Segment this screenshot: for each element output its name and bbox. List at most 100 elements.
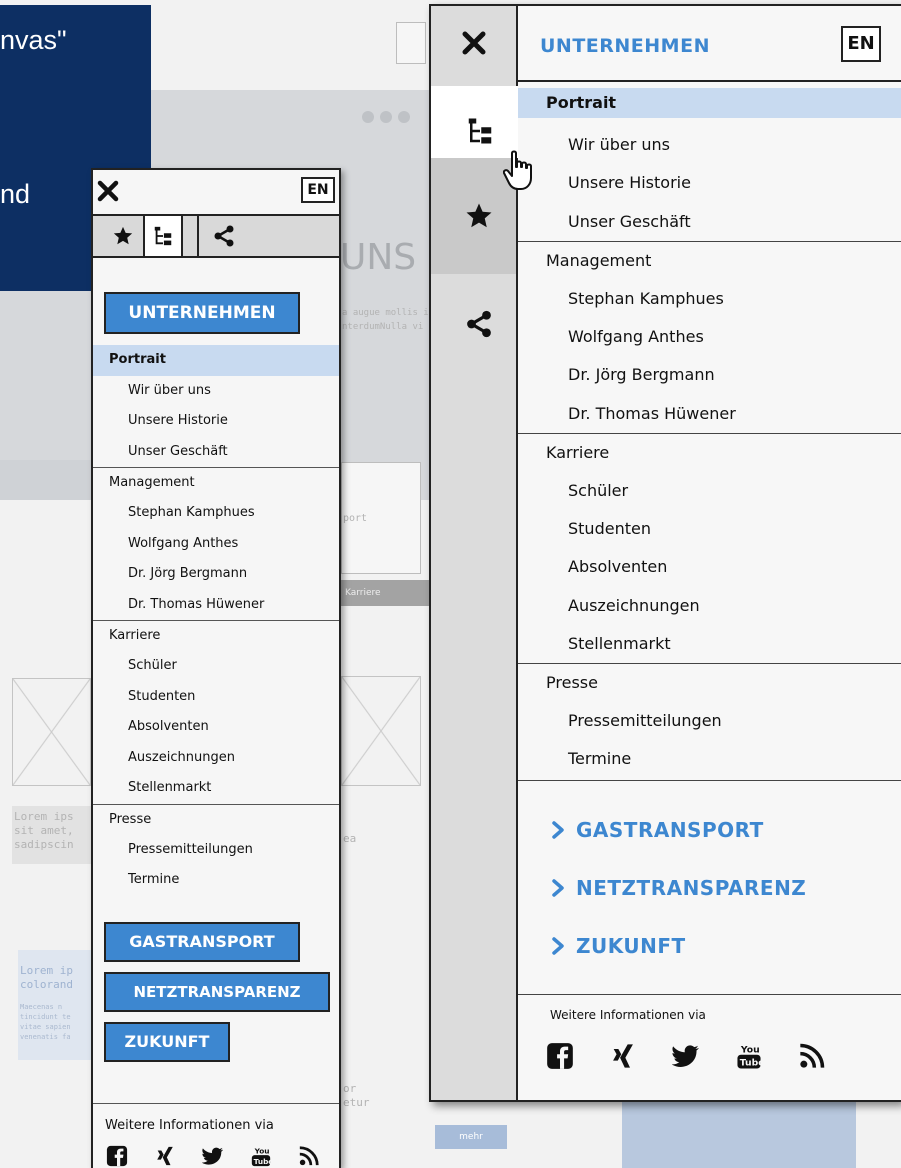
bg-lorem-1-right: ea bbox=[343, 832, 357, 845]
rss-icon[interactable] bbox=[798, 1042, 828, 1072]
bg-teaser-2: Lorem ip colorand Maecenas n tincidunt t… bbox=[18, 950, 98, 1060]
bg-portrait-fragment: port bbox=[343, 513, 368, 524]
chevron-right-icon bbox=[552, 879, 564, 897]
menu-item-studenten[interactable]: Studenten bbox=[93, 682, 339, 713]
menu-item-management[interactable]: Management bbox=[93, 467, 339, 498]
gastransport-link[interactable]: GASTRANSPORT bbox=[550, 818, 764, 842]
netztransparenz-button[interactable]: NETZTRANSPARENZ bbox=[104, 972, 330, 1012]
youtube-icon[interactable]: You Tube bbox=[735, 1042, 765, 1072]
bg-karriere-label: Karriere bbox=[345, 588, 381, 598]
twitter-icon[interactable] bbox=[202, 1145, 228, 1168]
menu-item-thomas-huewener[interactable]: Dr. Thomas Hüwener bbox=[93, 590, 339, 621]
bg-more-button: mehr bbox=[435, 1125, 507, 1149]
menu-item-auszeichnungen[interactable]: Auszeichnungen bbox=[518, 587, 901, 625]
bg-karriere-tab: Karriere bbox=[341, 580, 429, 606]
menu-sidebar bbox=[431, 6, 532, 1100]
svg-text:You: You bbox=[740, 1044, 760, 1055]
chevron-right-icon bbox=[552, 821, 564, 839]
star-icon[interactable] bbox=[464, 201, 494, 231]
menu-item-portrait[interactable]: Portrait bbox=[93, 345, 339, 376]
menu-item-pressemitteilungen[interactable]: Pressemitteilungen bbox=[93, 835, 339, 866]
menu-item-wir-ueber-uns[interactable]: Wir über uns bbox=[93, 376, 339, 407]
menu-item-termine[interactable]: Termine bbox=[93, 865, 339, 896]
menu-item-karriere[interactable]: Karriere bbox=[93, 620, 339, 651]
menu-item-unsere-historie[interactable]: Unsere Historie bbox=[93, 406, 339, 437]
bg-blue-image bbox=[622, 1100, 856, 1168]
tab-favorites[interactable] bbox=[103, 216, 143, 256]
youtube-icon[interactable]: You Tube bbox=[250, 1145, 276, 1168]
menu-title[interactable]: UNTERNEHMEN bbox=[540, 35, 710, 57]
menu-item-joerg-bergmann[interactable]: Dr. Jörg Bergmann bbox=[93, 559, 339, 590]
menu-item-presse[interactable]: Presse bbox=[93, 803, 339, 835]
menu-item-absolventen[interactable]: Absolventen bbox=[518, 548, 901, 586]
bg-heading-fragment: UNS bbox=[340, 237, 417, 278]
unternehmen-button[interactable]: UNTERNEHMEN bbox=[104, 292, 300, 334]
tab-sitemap[interactable] bbox=[143, 216, 183, 256]
zukunft-button[interactable]: ZUKUNFT bbox=[104, 1022, 230, 1062]
svg-text:You: You bbox=[254, 1146, 270, 1155]
bg-carousel-dots bbox=[362, 108, 416, 127]
menu-item-unser-geschaeft[interactable]: Unser Geschäft bbox=[93, 437, 339, 468]
more-info-label: Weitere Informationen via bbox=[105, 1118, 274, 1133]
bg-lorem-2e: vitae sapien bbox=[20, 1023, 71, 1031]
bg-teaser-1: Lorem ips sit amet, sadipscin bbox=[12, 806, 91, 864]
gastransport-button[interactable]: GASTRANSPORT bbox=[104, 922, 300, 962]
bg-search-box bbox=[396, 22, 426, 64]
menu-item-thomas-huewener[interactable]: Dr. Thomas Hüwener bbox=[518, 395, 901, 433]
menu-item-stephan-kamphues[interactable]: Stephan Kamphues bbox=[518, 280, 901, 318]
menu-item-presse[interactable]: Presse bbox=[518, 663, 901, 701]
menu-item-unsere-historie[interactable]: Unsere Historie bbox=[518, 164, 901, 202]
bg-lorem-2c: Maecenas n bbox=[20, 1003, 63, 1011]
menu-item-termine[interactable]: Termine bbox=[518, 740, 901, 778]
tab-share[interactable] bbox=[197, 216, 243, 256]
close-icon[interactable] bbox=[459, 28, 489, 58]
menu-item-studenten[interactable]: Studenten bbox=[518, 510, 901, 548]
menu-item-portrait[interactable]: Portrait bbox=[518, 88, 901, 118]
tab-sitemap[interactable] bbox=[431, 86, 518, 158]
divider bbox=[518, 994, 901, 995]
divider bbox=[518, 780, 901, 781]
menu-item-stellenmarkt[interactable]: Stellenmarkt bbox=[518, 625, 901, 663]
bg-lorem-2a: Lorem ip bbox=[20, 964, 73, 977]
menu-item-karriere[interactable]: Karriere bbox=[518, 433, 901, 471]
menu-item-pressemitteilungen[interactable]: Pressemitteilungen bbox=[518, 702, 901, 740]
caption-line-1: nvas" bbox=[0, 25, 67, 55]
menu-item-wolfgang-anthes[interactable]: Wolfgang Anthes bbox=[518, 318, 901, 356]
netztransparenz-link[interactable]: NETZTRANSPARENZ bbox=[550, 876, 806, 900]
menu-item-management[interactable]: Management bbox=[518, 241, 901, 279]
share-icon[interactable] bbox=[464, 309, 494, 339]
xing-icon[interactable] bbox=[154, 1145, 180, 1168]
twitter-icon[interactable] bbox=[672, 1042, 702, 1072]
zukunft-link[interactable]: ZUKUNFT bbox=[550, 934, 686, 958]
star-icon bbox=[113, 226, 133, 245]
bg-image-placeholder-1 bbox=[12, 678, 91, 786]
caption-line-2: nd bbox=[0, 179, 31, 209]
bg-fragment-or: or bbox=[343, 1082, 357, 1095]
bg-image-placeholder-2 bbox=[341, 676, 421, 786]
mobile-menu-tabs bbox=[93, 214, 339, 258]
bg-lorem-1a: Lorem ips bbox=[14, 810, 74, 823]
mobile-offcanvas-menu: EN UNTERNEHMEN Portrait Wir über uns Uns… bbox=[91, 168, 341, 1168]
menu-item-wolfgang-anthes[interactable]: Wolfgang Anthes bbox=[93, 529, 339, 560]
menu-item-unser-geschaeft[interactable]: Unser Geschäft bbox=[518, 203, 901, 241]
svg-text:Tube: Tube bbox=[254, 1157, 272, 1166]
menu-item-schueler[interactable]: Schüler bbox=[93, 651, 339, 682]
zukunft-label: ZUKUNFT bbox=[576, 934, 686, 958]
menu-item-absolventen[interactable]: Absolventen bbox=[93, 712, 339, 743]
menu-item-stephan-kamphues[interactable]: Stephan Kamphues bbox=[93, 498, 339, 529]
menu-item-schueler[interactable]: Schüler bbox=[518, 472, 901, 510]
language-switch-button[interactable]: EN bbox=[841, 26, 881, 62]
menu-item-stellenmarkt[interactable]: Stellenmarkt bbox=[93, 773, 339, 804]
bg-lorem-1c: sadipscin bbox=[14, 838, 74, 851]
facebook-icon[interactable] bbox=[546, 1042, 576, 1072]
close-icon[interactable] bbox=[95, 178, 121, 204]
language-switch-button[interactable]: EN bbox=[301, 177, 335, 203]
bg-lorem-2f: venenatis fa bbox=[20, 1033, 71, 1041]
facebook-icon[interactable] bbox=[106, 1145, 132, 1168]
menu-item-wir-ueber-uns[interactable]: Wir über uns bbox=[518, 126, 901, 164]
menu-item-auszeichnungen[interactable]: Auszeichnungen bbox=[93, 743, 339, 774]
xing-icon[interactable] bbox=[609, 1042, 639, 1072]
rss-icon[interactable] bbox=[298, 1145, 324, 1168]
bg-lorem-2b: colorand bbox=[20, 978, 73, 991]
menu-item-joerg-bergmann[interactable]: Dr. Jörg Bergmann bbox=[518, 356, 901, 394]
